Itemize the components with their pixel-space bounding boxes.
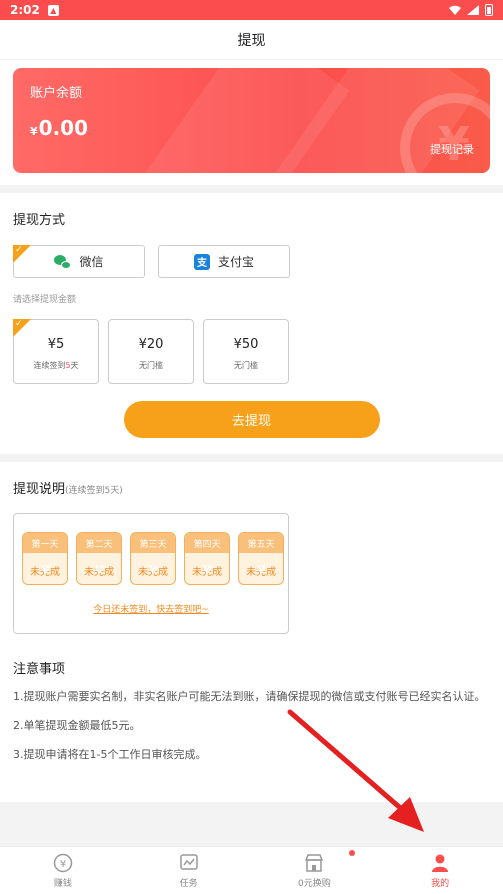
balance-section: 账户余额 ¥0.00 提现记录 [0,60,503,185]
method-label: 支付宝 [217,255,254,269]
amount-options: ✓ ¥5 连续签到5天 ¥20 无门槛 ¥50 无门槛 [13,319,490,384]
svg-text:¥: ¥ [60,859,66,870]
nav-earn[interactable]: ¥ 赚钱 [0,847,126,894]
wechat-icon [54,254,72,269]
nav-exchange[interactable]: 0元换购 [252,847,378,894]
withdraw-records-link[interactable]: 提现记录 [430,141,474,157]
status-bar: 2:02 ▲ [0,0,503,20]
description-subtitle: (连续签到5天) [65,486,123,496]
coin-icon: ¥ [53,853,73,873]
balance-label: 账户余额 [30,86,83,101]
description-title: 提现说明(连续签到5天) [13,482,123,497]
heart-icon: ♥ [256,563,267,577]
notification-dot [349,850,356,856]
checkin-day-5: 第五天 未完成 ♥ [238,532,284,585]
amount-value: ¥5 [47,337,65,352]
nav-mine[interactable]: 我的 [377,847,503,894]
amount-value: ¥20 [138,337,164,352]
method-alipay[interactable]: 支 支付宝 [158,245,290,278]
alipay-icon: 支 [193,253,210,270]
withdraw-button[interactable]: 去提现 [123,401,380,438]
balance-amount: ¥0.00 [30,116,88,140]
method-wechat[interactable]: ✓ 微信 [13,245,145,278]
amount-option-5[interactable]: ✓ ¥5 连续签到5天 [13,319,99,384]
amount-value: ¥50 [233,337,259,352]
notice-item-3: 3.提现申请将在1-5个工作日审核完成。 [13,748,207,761]
method-label: 微信 [79,255,104,269]
notice-title: 注意事项 [13,662,66,677]
amount-condition: 连续签到5天 [33,361,79,370]
amount-condition: 无门槛 [139,361,163,370]
checkin-days: 第一天 未完成 ♥ 第二天 未完成 ♥ 第三天 未完成 ♥ 第四天 未完成 ♥ 第五天 未完成 ♥ [14,514,288,585]
checkin-day-3: 第三天 未完成 ♥ [130,532,176,585]
checkin-link[interactable]: 今日还未签到，快去签到吧~ [14,602,288,615]
bottom-nav: ¥ 赚钱 任务 0元换购 我的 [0,846,503,894]
heart-icon: ♥ [202,563,213,577]
amount-condition: 无门槛 [234,361,258,370]
battery-icon [485,4,493,16]
checkin-day-2: 第二天 未完成 ♥ [76,532,122,585]
balance-value: 0.00 [38,116,89,140]
status-time: 2:02 [10,3,40,17]
checkin-day-4: 第四天 未完成 ♥ [184,532,230,585]
check-icon: ✓ [15,245,23,255]
amount-option-50[interactable]: ¥50 无门槛 [203,319,289,384]
currency-symbol: ¥ [30,125,38,138]
withdraw-method-section: 提现方式 ✓ 微信 支 支付宝 请选择提现金额 ✓ ¥5 连续签到5天 ¥20 … [0,193,503,454]
withdraw-method-title: 提现方式 [13,213,66,228]
description-section: 提现说明(连续签到5天) 第一天 未完成 ♥ 第二天 未完成 ♥ 第三天 未完成 ♥ 第四天… [0,462,503,802]
balance-card: 账户余额 ¥0.00 提现记录 [13,68,490,173]
user-icon [430,853,450,873]
check-icon: ✓ [15,319,23,329]
amount-hint: 请选择提现金额 [13,295,77,305]
signal-icon [467,5,479,15]
shop-icon [304,853,324,873]
task-icon [179,853,199,873]
wifi-icon [449,5,461,15]
method-options: ✓ 微信 支 支付宝 [13,245,490,278]
notice-item-2: 2.单笔提现金额最低5元。 [13,719,141,732]
page-title: 提现 [0,20,503,60]
heart-icon: ♥ [40,563,51,577]
app-notification-icon: ▲ [47,4,59,16]
nav-task[interactable]: 任务 [126,847,252,894]
checkin-day-1: 第一天 未完成 ♥ [22,532,68,585]
heart-icon: ♥ [148,563,159,577]
amount-option-20[interactable]: ¥20 无门槛 [108,319,194,384]
notice-item-1: 1.提现账户需要实名制，非实名账户可能无法到账，请确保提现的微信或支付账号已经实… [13,690,486,703]
checkin-box: 第一天 未完成 ♥ 第二天 未完成 ♥ 第三天 未完成 ♥ 第四天 未完成 ♥ 第五天 未完成 ♥ … [13,513,289,634]
heart-icon: ♥ [94,563,105,577]
